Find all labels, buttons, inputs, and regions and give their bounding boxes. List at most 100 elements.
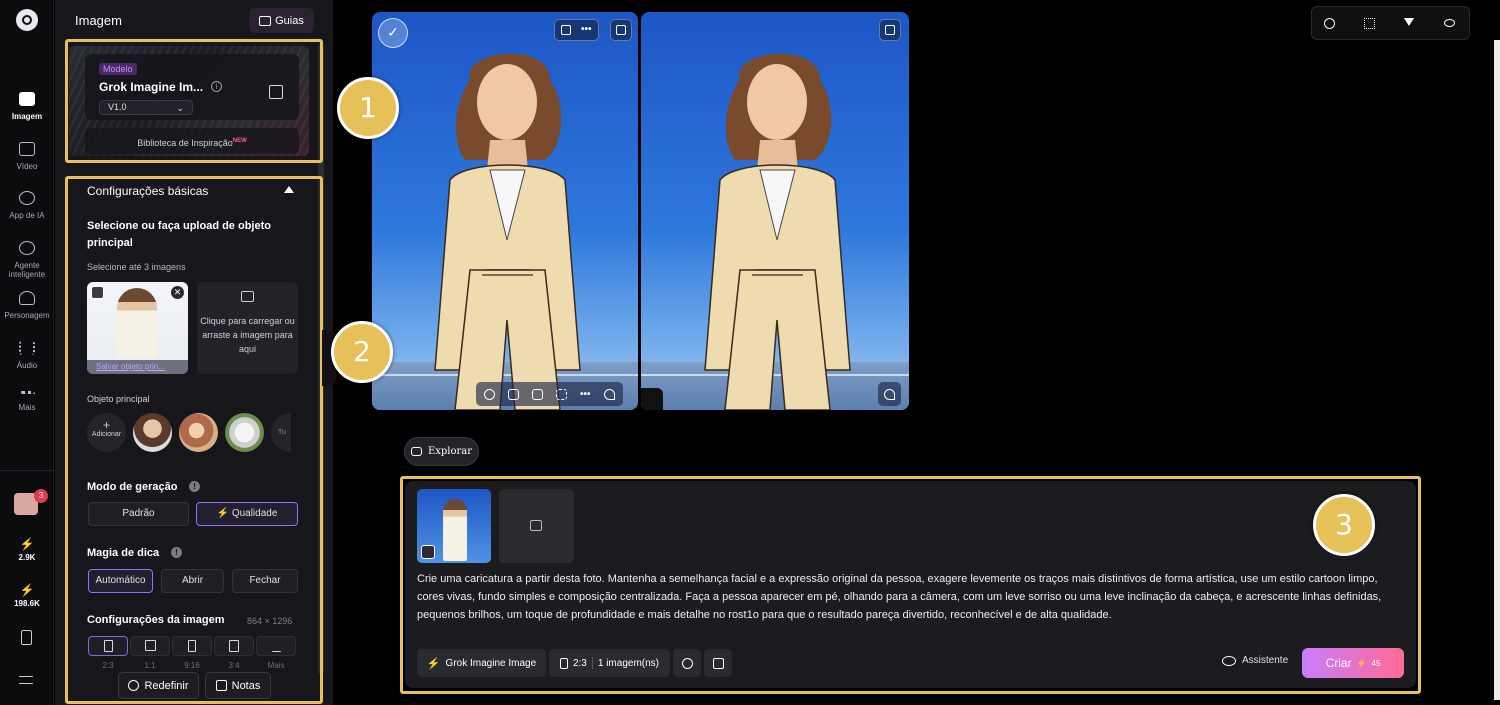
expand-button[interactable] — [610, 19, 632, 41]
filter-icon[interactable] — [1404, 18, 1414, 26]
inspiration-library-link[interactable]: Biblioteca de InspiraçãoNEW — [85, 128, 299, 154]
rail-item-agent[interactable]: Agente inteligente — [0, 241, 54, 279]
add-image-button[interactable] — [499, 489, 574, 563]
page-scrollbar[interactable] — [1494, 40, 1500, 700]
object-avatar-woman[interactable] — [133, 413, 172, 452]
hide-eye-icon[interactable] — [1444, 19, 1455, 27]
magic-close-button[interactable]: Fechar — [232, 569, 298, 593]
ratio-2-3[interactable] — [88, 636, 128, 656]
brush-icon — [884, 388, 895, 400]
notes-icon — [215, 680, 227, 691]
collapse-caret-icon[interactable] — [284, 186, 294, 193]
ratio-label: 9:16 — [184, 661, 200, 670]
ratio-count-chip[interactable]: 2:3 1 imagem(ns) — [549, 649, 670, 677]
add-object-button[interactable]: + Adicionar — [87, 413, 126, 452]
rail-item-audio[interactable]: Áudio — [0, 341, 54, 370]
create-button[interactable]: Criar ⚡ 45 — [1302, 648, 1404, 678]
gift-badge: 3 — [34, 489, 48, 503]
help-icon[interactable]: ! — [171, 547, 182, 558]
explore-button[interactable]: Explorar — [404, 437, 479, 466]
image-reference-icon[interactable] — [421, 545, 435, 559]
rail-item-character[interactable]: Personagem — [0, 291, 54, 320]
switch-model-icon[interactable] — [269, 85, 283, 99]
pencil-icon — [271, 640, 281, 652]
more-dots-icon[interactable]: ••• — [580, 389, 591, 400]
ratio-9-16-icon — [188, 640, 196, 652]
cube-icon — [681, 657, 693, 669]
prompt-composer: Crie uma caricatura a partir desta foto.… — [405, 481, 1416, 688]
grid-icon[interactable] — [1364, 18, 1375, 29]
cost-bolt-icon: ⚡ — [1356, 658, 1367, 668]
style-chip[interactable] — [673, 649, 701, 677]
bolt-icon: ⚡ — [19, 537, 35, 551]
help-icon[interactable]: ! — [189, 481, 200, 492]
select-hint: Selecione até 3 imagens — [87, 262, 186, 272]
download-icon[interactable] — [561, 25, 571, 35]
assistant-button[interactable]: Assistente — [1222, 655, 1288, 666]
more-objects[interactable]: Tu — [271, 413, 291, 452]
video-frame-icon[interactable] — [508, 388, 519, 400]
app-logo-icon[interactable] — [16, 9, 38, 31]
rail-item-video[interactable]: Vídeo — [0, 142, 54, 171]
chip-divider — [591, 657, 593, 669]
basic-settings-header[interactable]: Configurações básicas — [87, 184, 208, 198]
save-subject-link[interactable]: Salvar objeto prin... — [87, 360, 188, 374]
save-image-icon[interactable] — [641, 388, 663, 410]
new-badge: NEW — [232, 138, 247, 144]
image-edit-icon[interactable] — [532, 388, 543, 400]
mode-standard-button[interactable]: Padrão — [88, 502, 189, 526]
reference-image[interactable]: ✕ Salvar objeto prin... — [87, 282, 188, 374]
prompt-textarea[interactable]: Crie uma caricatura a partir desta foto.… — [417, 570, 1407, 624]
caricature-woman-figure — [434, 53, 581, 410]
result-image-1[interactable]: ✓ ••• ••• — [372, 12, 638, 410]
upload-dropzone[interactable]: Clique para carregar ou arraste a imagem… — [197, 282, 298, 374]
model-tag: Modelo — [99, 63, 137, 75]
image-tools-bar: ••• — [476, 382, 623, 406]
version-select[interactable]: V1.0 ⌄ — [99, 100, 193, 115]
ratio-more[interactable] — [256, 636, 296, 656]
image-actions-top: ••• — [554, 19, 599, 41]
remove-bg-icon[interactable] — [556, 388, 567, 400]
credits-purple[interactable]: ⚡ 198.6K — [0, 583, 54, 608]
subject-icon[interactable] — [91, 286, 104, 299]
brush-icon[interactable] — [603, 388, 615, 400]
purple-bolt-icon: ⚡ — [19, 583, 35, 597]
prompt-magic-label: Magia de dica — [87, 547, 160, 559]
attached-image[interactable] — [417, 489, 491, 563]
credits-bolt[interactable]: ⚡ 2.9K — [0, 537, 54, 562]
close-icon[interactable]: ✕ — [171, 286, 184, 299]
brush-button[interactable] — [878, 382, 901, 406]
info-icon[interactable]: i — [211, 81, 222, 92]
audio-wave-icon — [19, 341, 35, 355]
add-image-icon — [530, 520, 542, 531]
model-chip[interactable]: ⚡ Grok Imagine Image — [417, 649, 546, 677]
app-root: Imagem Vídeo App de IA Agente inteligent… — [0, 0, 1500, 705]
object-avatar-family[interactable] — [179, 413, 218, 452]
menu-icon[interactable] — [19, 676, 33, 684]
object-avatar-dog[interactable] — [225, 413, 264, 452]
select-check-icon[interactable]: ✓ — [378, 18, 408, 48]
ratio-icon — [559, 657, 568, 669]
magic-open-button[interactable]: Abrir — [161, 569, 224, 593]
ratio-9-16[interactable] — [172, 636, 212, 656]
rail-item-ai-app[interactable]: App de IA — [0, 191, 54, 220]
magic-auto-button[interactable]: Automático — [88, 569, 153, 593]
notes-button[interactable]: Notas — [205, 672, 271, 699]
mobile-icon[interactable] — [21, 630, 32, 645]
ratio-3-4[interactable] — [214, 636, 254, 656]
mode-quality-button[interactable]: ⚡ Qualidade — [196, 502, 298, 526]
result-image-2[interactable] — [641, 12, 909, 410]
guides-button[interactable]: Guias — [249, 8, 314, 33]
rail-item-more[interactable]: Mais — [0, 391, 54, 412]
reset-button[interactable]: Redefinir — [118, 672, 199, 699]
search-icon[interactable] — [1324, 18, 1335, 29]
face-swap-icon[interactable] — [484, 388, 495, 400]
lock-chip[interactable] — [704, 649, 732, 677]
model-card[interactable]: Modelo Grok Imagine Im... i V1.0 ⌄ Biblio… — [69, 46, 309, 156]
model-selector[interactable]: Modelo Grok Imagine Im... i V1.0 ⌄ — [85, 54, 299, 120]
explore-icon — [410, 447, 422, 456]
more-dots-icon[interactable]: ••• — [581, 25, 592, 35]
ratio-1-1[interactable] — [130, 636, 170, 656]
expand-button[interactable] — [879, 19, 901, 41]
rail-item-image[interactable]: Imagem — [0, 92, 54, 121]
